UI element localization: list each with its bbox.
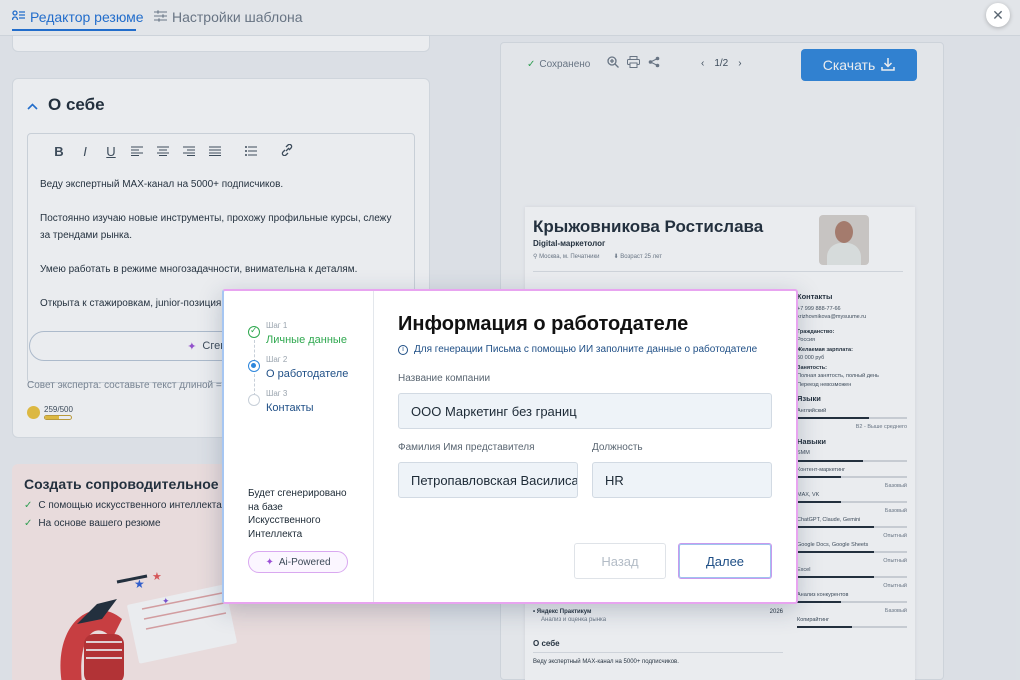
back-button[interactable]: Назад <box>574 543 666 579</box>
ai-generation-note: Будет сгенерировано на базе Искусственно… <box>248 488 347 540</box>
position-label: Должность <box>592 442 643 453</box>
step-number: Шаг 3 <box>266 389 288 398</box>
step-label: О работодателе <box>266 368 349 380</box>
dialog-title: Информация о работодателе <box>398 313 689 335</box>
ai-powered-label: Ai-Powered <box>278 556 331 568</box>
step-label: Личные данные <box>266 334 347 346</box>
close-icon[interactable]: ✕ <box>986 3 1010 27</box>
position-input[interactable]: HR <box>592 462 772 498</box>
next-button[interactable]: Далее <box>678 543 772 579</box>
step-personal-data[interactable]: Шаг 1 Личные данные <box>248 321 347 346</box>
step-done-icon <box>248 325 260 338</box>
representative-name-input[interactable]: Петропавловская Василиса <box>398 462 578 498</box>
step-number: Шаг 2 <box>266 355 288 364</box>
step-pending-icon <box>248 394 260 406</box>
company-name-input[interactable]: ООО Маркетинг без границ <box>398 393 772 429</box>
step-contacts[interactable]: Шаг 3 Контакты <box>248 389 314 414</box>
step-employer[interactable]: Шаг 2 О работодателе <box>248 355 348 380</box>
wizard-steps-panel: Шаг 1 Личные данные Шаг 2 О работодателе… <box>224 291 374 602</box>
sparkle-icon: ✦ <box>265 556 274 568</box>
dialog-subtitle-text: Для генерации Письма с помощью ИИ заполн… <box>414 344 758 355</box>
representative-name-label: Фамилия Имя представителя <box>398 442 535 453</box>
company-name-label: Название компании <box>398 373 491 384</box>
step-label: Контакты <box>266 402 314 414</box>
ai-powered-badge: ✦ Ai-Powered <box>248 551 348 573</box>
employer-info-dialog: Шаг 1 Личные данные Шаг 2 О работодателе… <box>222 289 798 604</box>
dialog-subtitle: i Для генерации Письма с помощью ИИ запо… <box>398 344 757 355</box>
step-current-icon <box>248 360 260 372</box>
info-icon: i <box>398 344 408 355</box>
step-number: Шаг 1 <box>266 321 288 330</box>
